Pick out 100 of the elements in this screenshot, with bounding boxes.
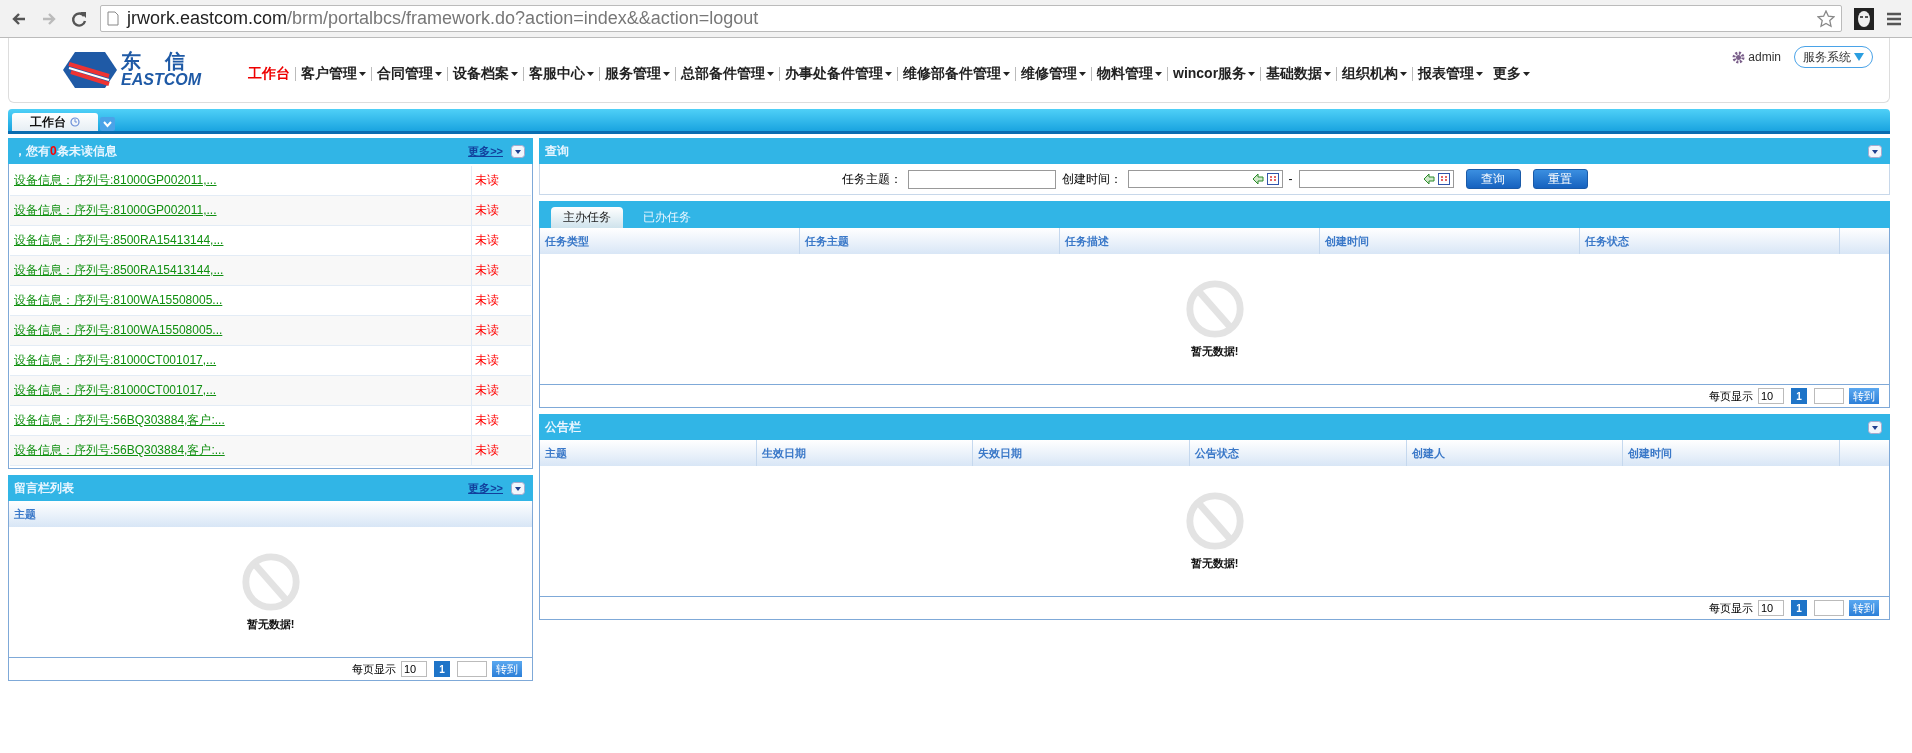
column-header[interactable]: 公告状态 xyxy=(1190,440,1407,466)
caret-icon xyxy=(1854,53,1864,61)
message-link[interactable]: 设备信息：序列号:81000CT001017,... xyxy=(14,352,217,369)
range-separator: - xyxy=(1288,172,1293,186)
column-header[interactable]: 主题 xyxy=(9,501,532,527)
refresh-icon xyxy=(70,117,80,127)
calendar-icon[interactable] xyxy=(1266,173,1279,185)
page-icon xyxy=(107,11,119,26)
logo-text-cn: 东 信 xyxy=(121,51,188,71)
message-link[interactable]: 设备信息：序列号:8100WA15508005... xyxy=(14,322,223,339)
page-size-label: 每页显示 xyxy=(1709,388,1753,404)
unread-status: 未读 xyxy=(475,382,499,399)
nav-menu-item[interactable]: 更多 xyxy=(1488,65,1536,83)
more-link[interactable]: 更多>> xyxy=(468,480,503,496)
panel-title: 留言栏列表 xyxy=(14,479,74,497)
nav-menu-item[interactable]: 总部备件管理 xyxy=(676,65,779,83)
nav-menu-item[interactable]: 客服中心 xyxy=(524,65,599,83)
nav-menu-item[interactable]: 合同管理 xyxy=(372,65,447,83)
column-header[interactable]: 失效日期 xyxy=(973,440,1190,466)
address-bar[interactable]: jrwork.eastcom.com/brm/portalbcs/framework.do?action=index&&action=logout xyxy=(100,5,1842,32)
no-data-icon xyxy=(241,552,300,611)
system-dropdown[interactable]: 服务系统 xyxy=(1794,46,1873,68)
nav-menu-item[interactable]: 维修管理 xyxy=(1016,65,1091,83)
gear-icon xyxy=(1732,50,1746,64)
unread-status: 未读 xyxy=(475,352,499,369)
message-link[interactable]: 设备信息：序列号:8100WA15508005... xyxy=(14,292,223,309)
logo-icon xyxy=(63,50,119,90)
column-header[interactable]: 任务状态 xyxy=(1580,228,1840,254)
search-button[interactable]: 查询 xyxy=(1465,169,1521,189)
arrow-icon[interactable] xyxy=(1251,173,1264,185)
unread-status: 未读 xyxy=(475,322,499,339)
message-link[interactable]: 设备信息：序列号:56BQ303884,客户:... xyxy=(14,442,225,459)
column-header[interactable]: 创建时间 xyxy=(1320,228,1580,254)
page-size-field[interactable]: 10 xyxy=(401,661,427,677)
collapse-icon[interactable] xyxy=(511,481,525,495)
extension-icon[interactable] xyxy=(1854,7,1874,30)
message-link[interactable]: 设备信息：序列号:8500RA15413144,... xyxy=(14,262,224,279)
page-tab[interactable]: 工作台 xyxy=(12,113,98,131)
nav-menu-item[interactable]: 办事处备件管理 xyxy=(780,65,897,83)
arrow-icon[interactable] xyxy=(1422,173,1435,185)
empty-message: 暂无数据! xyxy=(1190,343,1239,359)
page-jump-field[interactable] xyxy=(1814,388,1844,404)
unread-status: 未读 xyxy=(475,412,499,429)
column-header[interactable]: 任务类型 xyxy=(540,228,800,254)
page-number[interactable]: 1 xyxy=(434,661,450,677)
nav-menu-item[interactable]: 组织机构 xyxy=(1337,65,1413,83)
nav-menu-item[interactable]: 设备档案 xyxy=(448,65,523,83)
go-button[interactable]: 转到 xyxy=(492,661,522,677)
column-header[interactable]: 创建人 xyxy=(1406,440,1624,466)
go-button[interactable]: 转到 xyxy=(1849,600,1879,616)
calendar-icon[interactable] xyxy=(1437,173,1450,185)
nav-menu-item[interactable]: 工作台 xyxy=(243,65,295,83)
date-field[interactable] xyxy=(1127,170,1283,188)
page-size-field[interactable]: 10 xyxy=(1758,600,1784,616)
page-number[interactable]: 1 xyxy=(1791,600,1807,616)
user-name[interactable]: admin xyxy=(1748,50,1781,64)
panel-title: 公告栏 xyxy=(545,418,581,436)
column-header[interactable]: 任务描述 xyxy=(1060,228,1320,254)
no-data-icon xyxy=(1185,491,1244,550)
no-data-icon xyxy=(1185,279,1244,338)
page-size-field[interactable]: 10 xyxy=(1758,388,1784,404)
collapse-icon[interactable] xyxy=(1868,144,1882,158)
nav-menu-item[interactable]: 基础数据 xyxy=(1261,65,1337,83)
reload-icon[interactable] xyxy=(70,9,88,28)
date-field[interactable] xyxy=(1298,170,1454,188)
field-label: 创建时间： xyxy=(1061,170,1122,188)
message-link[interactable]: 设备信息：序列号:8500RA15413144,... xyxy=(14,232,224,249)
nav-menu-item[interactable]: 服务管理 xyxy=(600,65,675,83)
menu-icon[interactable] xyxy=(1886,10,1902,27)
nav-menu-item[interactable]: 物料管理 xyxy=(1092,65,1167,83)
page-jump-field[interactable] xyxy=(1814,600,1844,616)
reset-button[interactable]: 重置 xyxy=(1532,169,1588,189)
message-link[interactable]: 设备信息：序列号:81000GP002011,... xyxy=(14,202,217,219)
empty-message: 暂无数据! xyxy=(1190,555,1239,571)
page-number[interactable]: 1 xyxy=(1791,388,1807,404)
nav-menu-item[interactable]: wincor服务 xyxy=(1168,65,1261,83)
task-tab[interactable]: 主办任务 xyxy=(551,207,623,228)
star-icon[interactable] xyxy=(1817,9,1835,28)
column-header[interactable]: 生效日期 xyxy=(756,440,974,466)
collapse-icon[interactable] xyxy=(1868,420,1882,434)
column-header[interactable]: 任务主题 xyxy=(800,228,1060,254)
page-size-label: 每页显示 xyxy=(352,661,396,677)
empty-message: 暂无数据! xyxy=(246,616,295,632)
nav-menu-item[interactable]: 维修部备件管理 xyxy=(898,65,1015,83)
nav-menu-item[interactable]: 报表管理 xyxy=(1413,65,1489,83)
page-jump-field[interactable] xyxy=(457,661,487,677)
field-label: 任务主题： xyxy=(841,170,902,188)
collapse-icon[interactable] xyxy=(511,144,525,158)
subject-field[interactable] xyxy=(907,169,1056,189)
message-link[interactable]: 设备信息：序列号:56BQ303884,客户:... xyxy=(14,412,225,429)
message-link[interactable]: 设备信息：序列号:81000GP002011,... xyxy=(14,172,217,189)
column-header[interactable]: 主题 xyxy=(540,440,757,466)
panel-title: ，您有0条未读信息 xyxy=(14,142,117,160)
more-link[interactable]: 更多>> xyxy=(468,143,503,159)
go-button[interactable]: 转到 xyxy=(1849,388,1879,404)
message-link[interactable]: 设备信息：序列号:81000CT001017,... xyxy=(14,382,217,399)
nav-menu-item[interactable]: 客户管理 xyxy=(296,65,371,83)
column-header[interactable]: 创建时间 xyxy=(1623,440,1841,466)
unread-status: 未读 xyxy=(475,232,499,249)
tab-list-icon[interactable] xyxy=(100,117,115,131)
